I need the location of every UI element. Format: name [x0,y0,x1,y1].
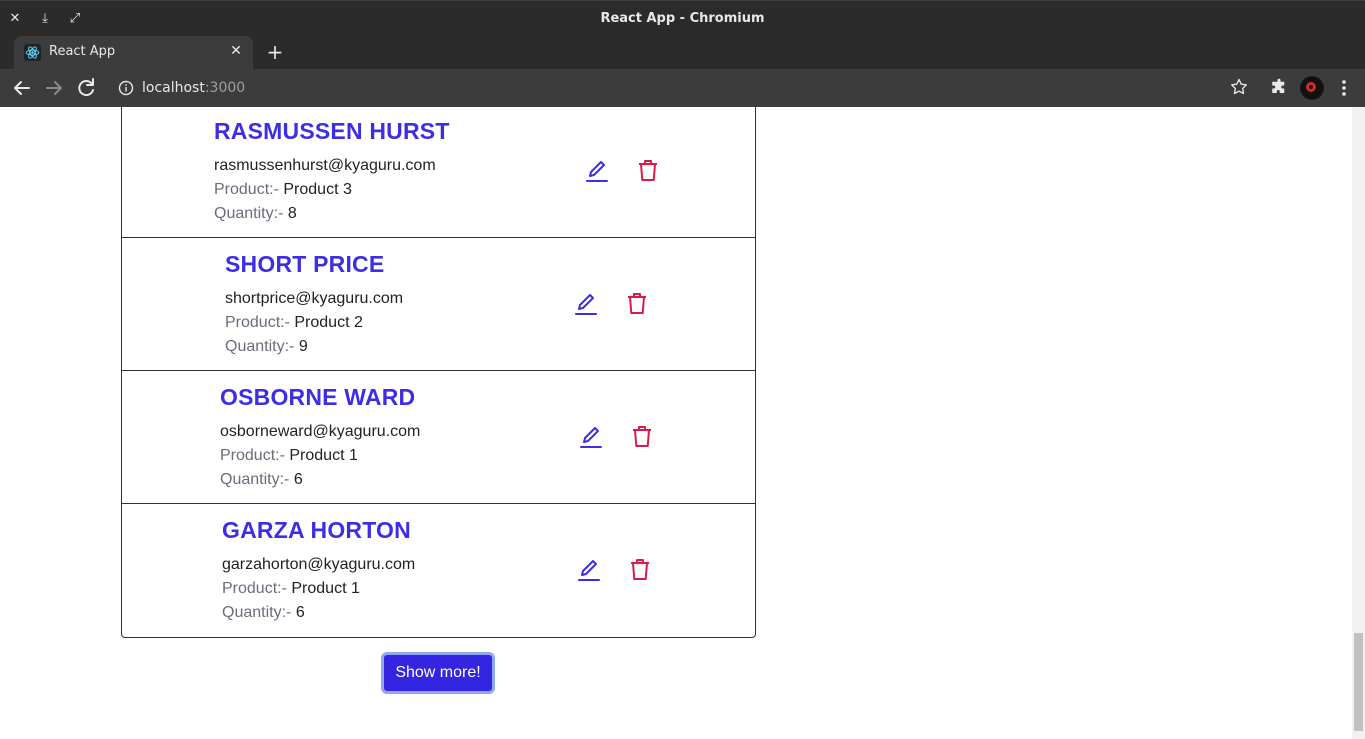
customer-name: GARZA HORTON [222,517,411,543]
quantity-label: Quantity:- [222,604,292,621]
quantity-label: Quantity:- [225,338,295,355]
order-card: RASMUSSEN HURST rasmussenhurst@kyaguru.c… [122,107,755,238]
tab-strip: React App ✕ + [0,36,1365,69]
customer-name: SHORT PRICE [225,251,385,277]
customer-name: OSBORNE WARD [220,384,416,410]
orders-list: RASMUSSEN HURST rasmussenhurst@kyaguru.c… [121,107,756,638]
product-line: Product:- Product 1 [222,580,360,598]
browser-menu-icon[interactable] [1336,77,1352,99]
browser-toolbar: localhost:3000 [0,69,1365,107]
quantity-value: 6 [293,471,303,488]
url-text: localhost:3000 [142,80,245,96]
url-port: :3000 [204,80,246,96]
product-label: Product:- [222,580,287,597]
customer-email: osborneward@kyaguru.com [220,423,421,440]
bookmark-star-icon[interactable] [1229,77,1249,97]
product-value: Product 2 [294,314,363,331]
reload-icon[interactable] [74,76,98,100]
quantity-line: Quantity:- 9 [225,338,308,356]
product-line: Product:- Product 1 [220,447,358,465]
quantity-line: Quantity:- 8 [214,205,297,223]
delete-trash-icon[interactable] [636,158,660,184]
delete-trash-icon[interactable] [625,291,649,317]
delete-trash-icon[interactable] [630,424,654,450]
edit-pencil-icon[interactable] [584,158,610,184]
address-bar[interactable]: localhost:3000 [108,73,1264,103]
product-value: Product 1 [291,580,360,597]
product-label: Product:- [214,181,279,198]
page-scrollbar[interactable] [1352,107,1365,739]
tab-react-app[interactable]: React App ✕ [14,36,253,69]
quantity-label: Quantity:- [214,205,284,222]
show-more-button[interactable]: Show more! [381,652,495,694]
order-card: OSBORNE WARD osborneward@kyaguru.com Pro… [122,371,755,504]
site-info-icon[interactable] [118,80,134,96]
product-value: Product 3 [283,181,352,198]
tab-title: React App [49,44,116,59]
customer-email: rasmussenhurst@kyaguru.com [214,157,436,174]
product-line: Product:- Product 3 [214,181,352,199]
quantity-line: Quantity:- 6 [222,604,305,622]
customer-name: RASMUSSEN HURST [214,118,450,144]
order-card: SHORT PRICE shortprice@kyaguru.com Produ… [122,238,755,371]
customer-email: garzahorton@kyaguru.com [222,556,416,573]
profile-avatar[interactable] [1300,76,1324,100]
window-titlebar: ✕ ⤓ ⤢ React App - Chromium [0,0,1365,36]
product-value: Product 1 [289,447,358,464]
product-label: Product:- [225,314,290,331]
url-host: localhost [142,80,205,96]
quantity-label: Quantity:- [220,471,290,488]
quantity-value: 8 [287,205,297,222]
quantity-line: Quantity:- 6 [220,471,303,489]
quantity-value: 6 [295,604,305,621]
order-card: GARZA HORTON garzahorton@kyaguru.com Pro… [122,504,755,637]
back-arrow-icon[interactable] [10,76,34,100]
new-tab-icon[interactable]: + [264,41,286,63]
extensions-puzzle-icon[interactable] [1270,78,1288,96]
edit-pencil-icon[interactable] [573,291,599,317]
edit-pencil-icon[interactable] [578,424,604,450]
page-viewport: RASMUSSEN HURST rasmussenhurst@kyaguru.c… [0,107,1352,739]
avatar-icon [1301,77,1323,99]
edit-pencil-icon[interactable] [576,557,602,583]
react-logo-icon [24,44,41,61]
product-label: Product:- [220,447,285,464]
tab-close-icon[interactable]: ✕ [227,42,245,60]
delete-trash-icon[interactable] [628,557,652,583]
scrollbar-thumb[interactable] [1354,633,1363,731]
customer-email: shortprice@kyaguru.com [225,290,404,307]
forward-arrow-icon[interactable] [42,76,66,100]
quantity-value: 9 [298,338,308,355]
product-line: Product:- Product 2 [225,314,363,332]
window-title: React App - Chromium [600,11,765,26]
